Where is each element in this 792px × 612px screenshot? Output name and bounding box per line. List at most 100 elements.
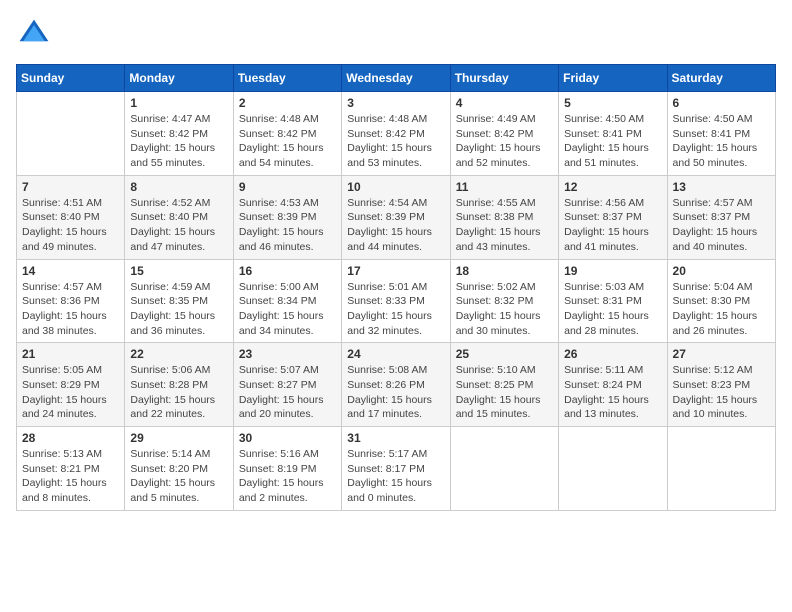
day-number: 8 [130,180,227,194]
calendar-cell: 21Sunrise: 5:05 AM Sunset: 8:29 PM Dayli… [17,343,125,427]
day-number: 4 [456,96,553,110]
day-info: Sunrise: 4:55 AM Sunset: 8:38 PM Dayligh… [456,196,553,255]
calendar-cell: 15Sunrise: 4:59 AM Sunset: 8:35 PM Dayli… [125,259,233,343]
day-info: Sunrise: 5:13 AM Sunset: 8:21 PM Dayligh… [22,447,119,506]
day-number: 18 [456,264,553,278]
header-day-wednesday: Wednesday [342,65,450,92]
day-info: Sunrise: 5:01 AM Sunset: 8:33 PM Dayligh… [347,280,444,339]
calendar-cell: 27 Sunrise: 5:12 AM Sunset: 8:23 PM Dayli… [667,343,775,427]
calendar-cell [450,427,558,511]
day-number: 3 [347,96,444,110]
calendar-header-row: SundayMondayTuesdayWednesdayThursdayFrid… [17,65,776,92]
day-number: 27 [673,347,770,361]
day-info: Sunrise: 5:02 AM Sunset: 8:32 PM Dayligh… [456,280,553,339]
calendar-cell: 8 Sunrise: 4:52 AM Sunset: 8:40 PM Daylig… [125,175,233,259]
day-info: Sunrise: 5:11 AM Sunset: 8:24 PM Dayligh… [564,363,661,422]
page-header [16,16,776,52]
day-info: Sunrise: 5:05 AM Sunset: 8:29 PM Dayligh… [22,363,119,422]
calendar-cell: 11 Sunrise: 4:55 AM Sunset: 8:38 PM Dayli… [450,175,558,259]
day-info: Sunrise: 5:10 AM Sunset: 8:25 PM Dayligh… [456,363,553,422]
calendar-cell [559,427,667,511]
day-info: Sunrise: 5:03 AM Sunset: 8:31 PM Dayligh… [564,280,661,339]
day-number: 9 [239,180,336,194]
calendar-week-3: 14 Sunrise: 4:57 AM Sunset: 8:36 PM Dayli… [17,259,776,343]
calendar-cell: 19 Sunrise: 5:03 AM Sunset: 8:31 PM Dayli… [559,259,667,343]
day-number: 22 [130,347,227,361]
logo-icon [16,16,52,52]
day-number: 15 [130,264,227,278]
day-info: Sunrise: 4:57 AM Sunset: 8:36 PM Dayligh… [22,280,119,339]
calendar-cell: 18 Sunrise: 5:02 AM Sunset: 8:32 PM Dayli… [450,259,558,343]
calendar-cell: 30 Sunrise: 5:16 AM Sunset: 8:19 PM Dayli… [233,427,341,511]
calendar-week-4: 21Sunrise: 5:05 AM Sunset: 8:29 PM Dayli… [17,343,776,427]
day-number: 25 [456,347,553,361]
calendar-cell: 2Sunrise: 4:48 AM Sunset: 8:42 PM Daylig… [233,92,341,176]
calendar-cell: 7 Sunrise: 4:51 AM Sunset: 8:40 PM Daylig… [17,175,125,259]
day-info: Sunrise: 4:57 AM Sunset: 8:37 PM Dayligh… [673,196,770,255]
day-number: 24 [347,347,444,361]
day-number: 16 [239,264,336,278]
calendar-cell: 12 Sunrise: 4:56 AM Sunset: 8:37 PM Dayli… [559,175,667,259]
day-number: 12 [564,180,661,194]
day-number: 7 [22,180,119,194]
day-info: Sunrise: 5:14 AM Sunset: 8:20 PM Dayligh… [130,447,227,506]
day-info: Sunrise: 5:07 AM Sunset: 8:27 PM Dayligh… [239,363,336,422]
calendar-cell [667,427,775,511]
calendar-cell: 3 Sunrise: 4:48 AM Sunset: 8:42 PM Daylig… [342,92,450,176]
day-number: 5 [564,96,661,110]
day-number: 10 [347,180,444,194]
day-number: 14 [22,264,119,278]
day-number: 26 [564,347,661,361]
calendar-cell: 31 Sunrise: 5:17 AM Sunset: 8:17 PM Dayli… [342,427,450,511]
day-number: 1 [130,96,227,110]
calendar-cell: 22 Sunrise: 5:06 AM Sunset: 8:28 PM Dayli… [125,343,233,427]
day-info: Sunrise: 5:08 AM Sunset: 8:26 PM Dayligh… [347,363,444,422]
calendar-cell: 5 Sunrise: 4:50 AM Sunset: 8:41 PM Daylig… [559,92,667,176]
day-number: 29 [130,431,227,445]
day-info: Sunrise: 5:06 AM Sunset: 8:28 PM Dayligh… [130,363,227,422]
calendar-cell: 28Sunrise: 5:13 AM Sunset: 8:21 PM Dayli… [17,427,125,511]
calendar-cell: 24 Sunrise: 5:08 AM Sunset: 8:26 PM Dayli… [342,343,450,427]
day-number: 13 [673,180,770,194]
calendar-cell: 13 Sunrise: 4:57 AM Sunset: 8:37 PM Dayli… [667,175,775,259]
day-info: Sunrise: 4:50 AM Sunset: 8:41 PM Dayligh… [564,112,661,171]
logo [16,16,58,52]
day-info: Sunrise: 5:04 AM Sunset: 8:30 PM Dayligh… [673,280,770,339]
day-info: Sunrise: 4:54 AM Sunset: 8:39 PM Dayligh… [347,196,444,255]
calendar-cell: 9 Sunrise: 4:53 AM Sunset: 8:39 PM Daylig… [233,175,341,259]
calendar-cell: 6Sunrise: 4:50 AM Sunset: 8:41 PM Daylig… [667,92,775,176]
day-info: Sunrise: 4:52 AM Sunset: 8:40 PM Dayligh… [130,196,227,255]
day-info: Sunrise: 4:50 AM Sunset: 8:41 PM Dayligh… [673,112,770,171]
header-day-friday: Friday [559,65,667,92]
calendar-cell: 1 Sunrise: 4:47 AM Sunset: 8:42 PM Daylig… [125,92,233,176]
day-info: Sunrise: 5:12 AM Sunset: 8:23 PM Dayligh… [673,363,770,422]
calendar-week-5: 28Sunrise: 5:13 AM Sunset: 8:21 PM Dayli… [17,427,776,511]
day-info: Sunrise: 5:17 AM Sunset: 8:17 PM Dayligh… [347,447,444,506]
header-day-saturday: Saturday [667,65,775,92]
calendar-cell: 23Sunrise: 5:07 AM Sunset: 8:27 PM Dayli… [233,343,341,427]
day-info: Sunrise: 4:56 AM Sunset: 8:37 PM Dayligh… [564,196,661,255]
day-info: Sunrise: 4:48 AM Sunset: 8:42 PM Dayligh… [239,112,336,171]
day-number: 19 [564,264,661,278]
day-info: Sunrise: 4:47 AM Sunset: 8:42 PM Dayligh… [130,112,227,171]
day-number: 30 [239,431,336,445]
calendar-cell: 25 Sunrise: 5:10 AM Sunset: 8:25 PM Dayli… [450,343,558,427]
day-info: Sunrise: 4:48 AM Sunset: 8:42 PM Dayligh… [347,112,444,171]
day-info: Sunrise: 4:53 AM Sunset: 8:39 PM Dayligh… [239,196,336,255]
calendar-cell: 17Sunrise: 5:01 AM Sunset: 8:33 PM Dayli… [342,259,450,343]
day-info: Sunrise: 4:49 AM Sunset: 8:42 PM Dayligh… [456,112,553,171]
day-info: Sunrise: 5:16 AM Sunset: 8:19 PM Dayligh… [239,447,336,506]
header-day-sunday: Sunday [17,65,125,92]
calendar-cell: 29 Sunrise: 5:14 AM Sunset: 8:20 PM Dayli… [125,427,233,511]
header-day-thursday: Thursday [450,65,558,92]
day-info: Sunrise: 4:51 AM Sunset: 8:40 PM Dayligh… [22,196,119,255]
calendar-cell: 16 Sunrise: 5:00 AM Sunset: 8:34 PM Dayli… [233,259,341,343]
day-number: 11 [456,180,553,194]
calendar-week-2: 7 Sunrise: 4:51 AM Sunset: 8:40 PM Daylig… [17,175,776,259]
day-info: Sunrise: 5:00 AM Sunset: 8:34 PM Dayligh… [239,280,336,339]
calendar-cell: 26 Sunrise: 5:11 AM Sunset: 8:24 PM Dayli… [559,343,667,427]
day-number: 31 [347,431,444,445]
calendar-cell: 20Sunrise: 5:04 AM Sunset: 8:30 PM Dayli… [667,259,775,343]
calendar-table: SundayMondayTuesdayWednesdayThursdayFrid… [16,64,776,511]
calendar-cell: 4 Sunrise: 4:49 AM Sunset: 8:42 PM Daylig… [450,92,558,176]
